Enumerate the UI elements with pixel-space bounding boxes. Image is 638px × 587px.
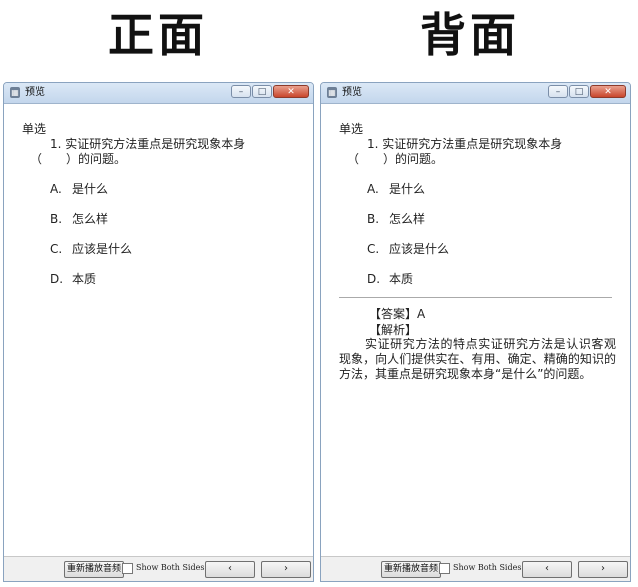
option-b: B. 怎么样: [367, 210, 425, 227]
next-button[interactable]: ›: [578, 561, 628, 578]
prev-button[interactable]: ‹: [205, 561, 255, 578]
prev-button[interactable]: ‹: [522, 561, 572, 578]
option-letter: D.: [50, 272, 64, 286]
minimize-button[interactable]: –: [231, 85, 251, 98]
bottom-toolbar: 重新播放音频 Show Both Sides ‹ ›: [4, 556, 313, 581]
option-letter: A.: [50, 182, 62, 196]
option-text: 本质: [389, 272, 414, 286]
question-stem-line2: （ ）的问题。: [347, 152, 444, 166]
window-controls: – □ ✕: [230, 85, 309, 99]
question-type: 单选: [339, 122, 364, 136]
option-text: 怎么样: [389, 212, 426, 226]
show-both-sides-checkbox[interactable]: Show Both Sides: [122, 562, 204, 574]
window-controls: – □ ✕: [547, 85, 626, 99]
show-both-sides-label: Show Both Sides: [453, 563, 522, 572]
card-content: 单选 1. 实证研究方法重点是研究现象本身 （ ）的问题。 A. 是什么 B. 怎么…: [321, 104, 630, 557]
option-a: A. 是什么: [50, 180, 108, 197]
question-type: 单选: [22, 122, 47, 136]
window-title: 预览: [25, 87, 45, 98]
front-heading: 正面: [108, 8, 208, 62]
back-heading: 背面: [420, 8, 520, 62]
option-text: 是什么: [389, 182, 426, 196]
maximize-button[interactable]: □: [569, 85, 589, 98]
option-letter: B.: [50, 212, 63, 226]
close-button[interactable]: ✕: [590, 85, 626, 98]
answer-line: 【答案】A: [369, 307, 426, 321]
bottom-toolbar: 重新播放音频 Show Both Sides ‹ ›: [321, 556, 630, 581]
checkbox-box[interactable]: [122, 562, 133, 574]
analysis-text: 实证研究方法的特点实证研究方法是认识客观现象，向人们提供实在、有用、确定、精确的…: [339, 337, 616, 381]
minimize-button[interactable]: –: [548, 85, 568, 98]
option-text: 怎么样: [72, 212, 109, 226]
replay-audio-button[interactable]: 重新播放音频: [64, 561, 125, 578]
app-icon: ▦: [327, 87, 337, 98]
title-bar: ▦ 预览 – □ ✕: [321, 83, 630, 104]
option-c: C. 应该是什么: [50, 240, 132, 257]
option-letter: D.: [367, 272, 381, 286]
card-content: 单选 1. 实证研究方法重点是研究现象本身 （ ）的问题。 A. 是什么 B. 怎么…: [4, 104, 313, 557]
window-title: 预览: [342, 87, 362, 98]
show-both-sides-checkbox[interactable]: Show Both Sides: [439, 562, 521, 574]
front-preview-window: ▦ 预览 – □ ✕ 单选 1. 实证研究方法重点是研究现象本身 （ ）的问题。…: [3, 82, 314, 582]
option-text: 应该是什么: [72, 242, 133, 256]
option-d: D. 本质: [367, 270, 413, 287]
option-letter: C.: [50, 242, 63, 256]
option-a: A. 是什么: [367, 180, 425, 197]
title-bar: ▦ 预览 – □ ✕: [4, 83, 313, 104]
show-both-sides-label: Show Both Sides: [136, 563, 205, 572]
question-stem-line2: （ ）的问题。: [30, 152, 127, 166]
option-text: 是什么: [72, 182, 109, 196]
option-c: C. 应该是什么: [367, 240, 449, 257]
back-preview-window: ▦ 预览 – □ ✕ 单选 1. 实证研究方法重点是研究现象本身 （ ）的问题。…: [320, 82, 631, 582]
replay-audio-button[interactable]: 重新播放音频: [381, 561, 442, 578]
maximize-button[interactable]: □: [252, 85, 272, 98]
option-letter: C.: [367, 242, 380, 256]
close-button[interactable]: ✕: [273, 85, 309, 98]
answer-divider: [339, 297, 612, 298]
analysis-label: 【解析】: [369, 323, 418, 337]
option-d: D. 本质: [50, 270, 96, 287]
option-letter: B.: [367, 212, 380, 226]
option-text: 应该是什么: [389, 242, 450, 256]
option-b: B. 怎么样: [50, 210, 108, 227]
next-button[interactable]: ›: [261, 561, 311, 578]
option-text: 本质: [72, 272, 97, 286]
checkbox-box[interactable]: [439, 562, 450, 574]
option-letter: A.: [367, 182, 379, 196]
app-icon: ▦: [10, 87, 20, 98]
